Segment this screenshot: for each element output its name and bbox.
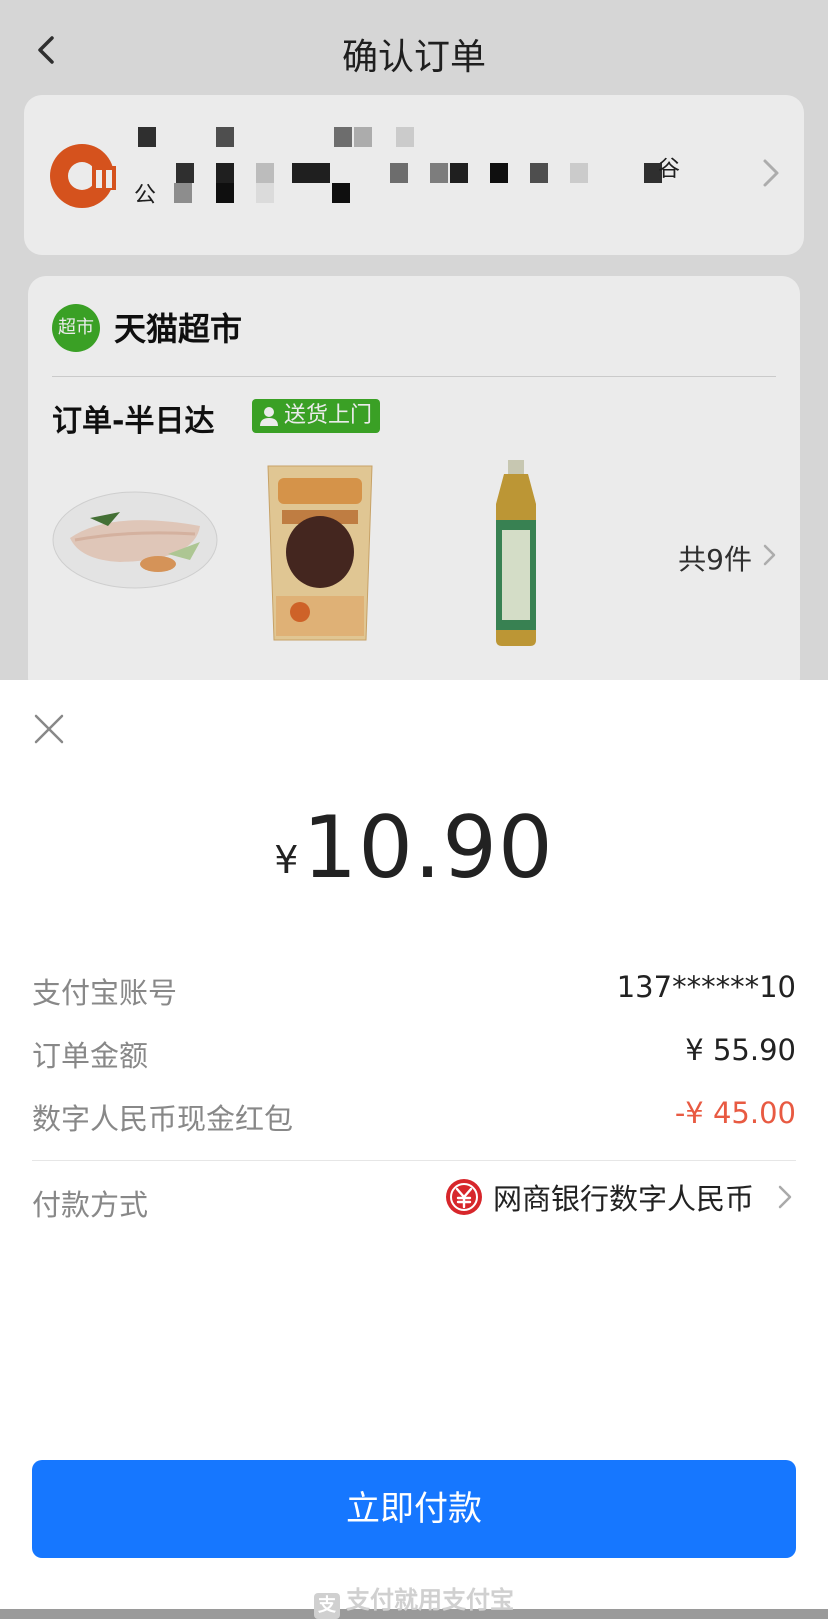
alipay-logo-icon: 支 bbox=[314, 1593, 340, 1619]
payment-method-value: 网商银行数字人民币 bbox=[492, 1182, 754, 1216]
detail-label: 支付宝账号 bbox=[32, 976, 178, 1010]
detail-row-discount: 数字人民币现金红包 -¥ 45.00 bbox=[32, 1096, 796, 1136]
pay-amount: ¥10.90 bbox=[0, 798, 828, 898]
amount-value: 10.90 bbox=[302, 798, 554, 898]
payment-method-selector[interactable]: 网商银行数字人民币 bbox=[445, 1176, 794, 1218]
close-icon[interactable] bbox=[32, 712, 66, 746]
detail-label: 订单金额 bbox=[32, 1039, 149, 1073]
modal-overlay[interactable] bbox=[0, 0, 828, 680]
detail-label: 数字人民币现金红包 bbox=[32, 1102, 294, 1136]
detail-value: -¥ 45.00 bbox=[674, 1096, 796, 1130]
footer-slogan: 支付就用支付宝 bbox=[346, 1586, 514, 1614]
detail-row-account: 支付宝账号 137******10 bbox=[32, 970, 796, 1010]
detail-value: ¥ 55.90 bbox=[685, 1033, 796, 1067]
footer-brand: 支支付就用支付宝 bbox=[0, 1580, 828, 1619]
divider bbox=[32, 1160, 796, 1161]
detail-value: 137******10 bbox=[616, 970, 796, 1004]
payment-sheet: ¥10.90 支付宝账号 137******10 订单金额 ¥ 55.90 数字… bbox=[0, 680, 828, 1619]
payment-method-label: 付款方式 bbox=[32, 1188, 149, 1222]
digital-rmb-icon bbox=[445, 1179, 482, 1215]
pay-now-button[interactable]: 立即付款 bbox=[32, 1460, 796, 1558]
chevron-right-icon bbox=[778, 1185, 792, 1209]
currency-symbol: ¥ bbox=[274, 838, 299, 882]
detail-row-order-amount: 订单金额 ¥ 55.90 bbox=[32, 1033, 796, 1073]
